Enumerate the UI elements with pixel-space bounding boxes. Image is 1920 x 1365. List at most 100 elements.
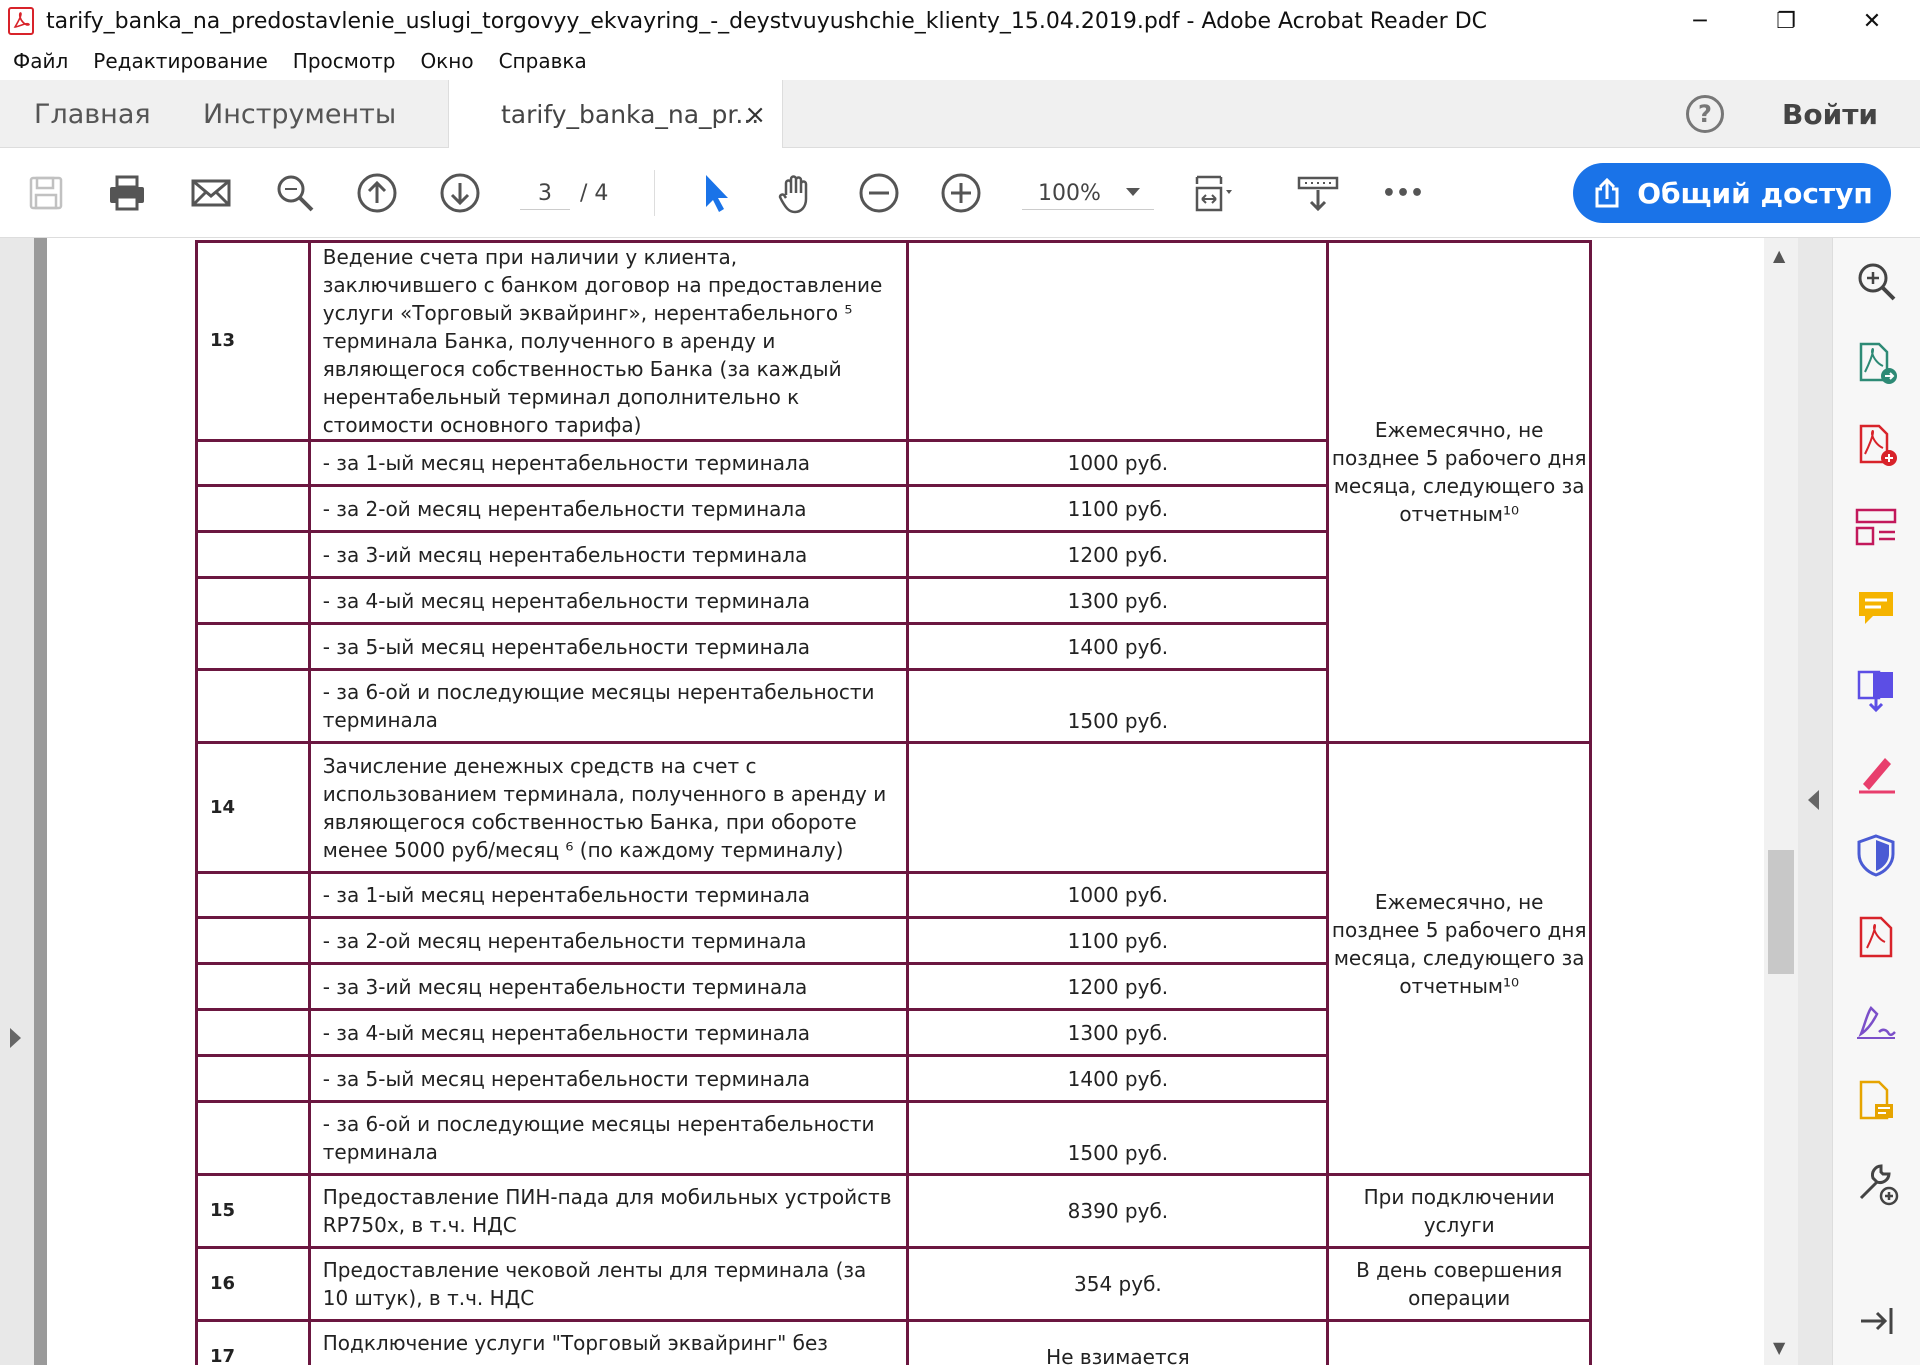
tab-tools[interactable]: Инструменты (203, 80, 396, 148)
close-window-button[interactable]: ✕ (1832, 0, 1912, 42)
scroll-down-icon[interactable]: ▼ (1773, 1338, 1785, 1357)
zoom-dropdown-caret-icon[interactable] (1126, 188, 1140, 196)
row-price (906, 741, 1330, 874)
row-number: 13 (195, 240, 311, 442)
row-price: 1100 руб. (906, 916, 1330, 965)
row-price: 1200 руб. (906, 530, 1330, 579)
row-description: - за 2-ой месяц нерентабельности термина… (307, 484, 910, 533)
next-page-icon[interactable] (437, 170, 483, 216)
protect-icon[interactable] (1853, 832, 1899, 878)
row-number (195, 484, 311, 533)
sign-icon[interactable] (1853, 996, 1899, 1042)
send-review-icon[interactable] (1853, 1078, 1899, 1124)
row-price: 1000 руб. (906, 871, 1330, 919)
left-panel-toggle[interactable] (0, 238, 34, 1365)
title-bar: tarify_banka_na_predostavlenie_uslugi_to… (0, 0, 1920, 42)
row-number (195, 916, 311, 965)
row-description: Предоставление ПИН-пада для мобильных ус… (307, 1173, 910, 1249)
comment-icon[interactable] (1853, 586, 1899, 632)
scroll-up-icon[interactable]: ▲ (1773, 246, 1785, 265)
right-panel-toggle[interactable] (1798, 238, 1832, 1365)
page-total: / 4 (580, 181, 609, 206)
scrollbar-thumb[interactable] (1768, 850, 1794, 974)
collapse-panel-icon[interactable] (1853, 1298, 1899, 1344)
help-icon[interactable]: ? (1686, 95, 1724, 133)
row-number (195, 1054, 311, 1103)
row-price: 8390 руб. (906, 1173, 1330, 1249)
row-term: Ежемесячно, не позднее 5 рабочего дня ме… (1326, 741, 1592, 1176)
minimize-button[interactable]: ─ (1660, 0, 1740, 42)
share-button-label: Общий доступ (1637, 176, 1873, 210)
create-pdf-icon[interactable] (1853, 422, 1899, 468)
row-description: - за 1-ый месяц нерентабельности термина… (307, 439, 910, 487)
row-number (195, 622, 311, 671)
row-description: Зачисление денежных средств на счет с ис… (307, 741, 910, 874)
menu-file[interactable]: Файл (13, 49, 68, 73)
export-pdf-icon[interactable] (1853, 340, 1899, 386)
row-price: 1200 руб. (906, 962, 1330, 1011)
row-description: - за 1-ый месяц нерентабельности термина… (307, 871, 910, 919)
row-description: - за 4-ый месяц нерентабельности термина… (307, 576, 910, 625)
print-icon[interactable] (104, 170, 150, 216)
row-description: - за 3-ий месяц нерентабельности термина… (307, 530, 910, 579)
share-button[interactable]: Общий доступ (1573, 163, 1891, 223)
hand-icon[interactable] (773, 170, 819, 216)
row-number (195, 962, 311, 1011)
row-description: - за 6-ой и последующие месяцы нерентабе… (307, 1100, 910, 1176)
table-row: 13 Ведение счета при наличии у клиента, … (195, 240, 1592, 744)
fill-sign-icon[interactable] (1853, 750, 1899, 796)
pdf-icon[interactable] (1853, 914, 1899, 960)
row-description: - за 3-ий месяц нерентабельности термина… (307, 962, 910, 1011)
login-button[interactable]: Войти (1782, 80, 1878, 148)
row-price: 1300 руб. (906, 1008, 1330, 1057)
more-icon[interactable]: ••• (1380, 170, 1426, 216)
row-number: 17 (195, 1319, 311, 1365)
row-number: 16 (195, 1246, 311, 1322)
tools-sidebar (1832, 238, 1920, 1365)
tools-more-icon[interactable] (1853, 1160, 1899, 1206)
prev-page-icon[interactable] (354, 170, 400, 216)
tab-document[interactable]: tarify_banka_na_pr... × (448, 80, 783, 149)
save-icon[interactable] (23, 170, 69, 216)
row-description: - за 5-ый месяц нерентабельности термина… (307, 1054, 910, 1103)
vertical-scrollbar[interactable]: ▲ ▼ (1764, 238, 1798, 1365)
row-term: В день совершения операции (1326, 1246, 1592, 1322)
close-tab-icon[interactable]: × (744, 100, 766, 130)
zoom-out-icon[interactable] (856, 170, 902, 216)
fit-page-icon[interactable] (1191, 170, 1237, 216)
pdf-page: 13 Ведение счета при наличии у клиента, … (47, 238, 1764, 1365)
expand-left-panel-icon[interactable] (10, 1028, 21, 1048)
menu-edit[interactable]: Редактирование (93, 49, 268, 73)
organize-pages-icon[interactable] (1853, 504, 1899, 550)
row-description: Предоставление чековой ленты для термина… (307, 1246, 910, 1322)
tab-document-label: tarify_banka_na_pr... (501, 100, 760, 129)
row-description: Подключение услуги "Торговый эквайринг" … (307, 1319, 910, 1365)
row-price: 1400 руб. (906, 622, 1330, 671)
enhance-scans-icon[interactable] (1853, 258, 1899, 304)
tab-home[interactable]: Главная (34, 80, 151, 148)
table-row: 14 Зачисление денежных средств на счет с… (195, 741, 1592, 1176)
row-term (1326, 1319, 1592, 1365)
page-number-input[interactable]: 3 (520, 178, 570, 210)
menu-view[interactable]: Просмотр (293, 49, 396, 73)
row-number (195, 576, 311, 625)
menu-window[interactable]: Окно (420, 49, 473, 73)
zoom-in-icon[interactable] (938, 170, 984, 216)
toolbar: 3 / 4 100% ••• Общий доступ (0, 148, 1920, 238)
page-shadow (34, 238, 47, 1365)
row-number (195, 1008, 311, 1057)
row-number (195, 439, 311, 487)
scroll-mode-icon[interactable] (1295, 170, 1341, 216)
row-description: - за 5-ый месяц нерентабельности термина… (307, 622, 910, 671)
restore-button[interactable]: ❐ (1746, 0, 1826, 42)
row-price: 1000 руб. (906, 439, 1330, 487)
row-price: Не взимается (906, 1319, 1330, 1365)
email-icon[interactable] (188, 170, 234, 216)
menu-help[interactable]: Справка (499, 49, 587, 73)
select-cursor-icon[interactable] (693, 170, 739, 216)
row-price: 1300 руб. (906, 576, 1330, 625)
combine-files-icon[interactable] (1853, 668, 1899, 714)
collapse-right-panel-icon[interactable] (1808, 790, 1819, 810)
row-number (195, 1100, 311, 1176)
search-icon[interactable] (272, 170, 318, 216)
